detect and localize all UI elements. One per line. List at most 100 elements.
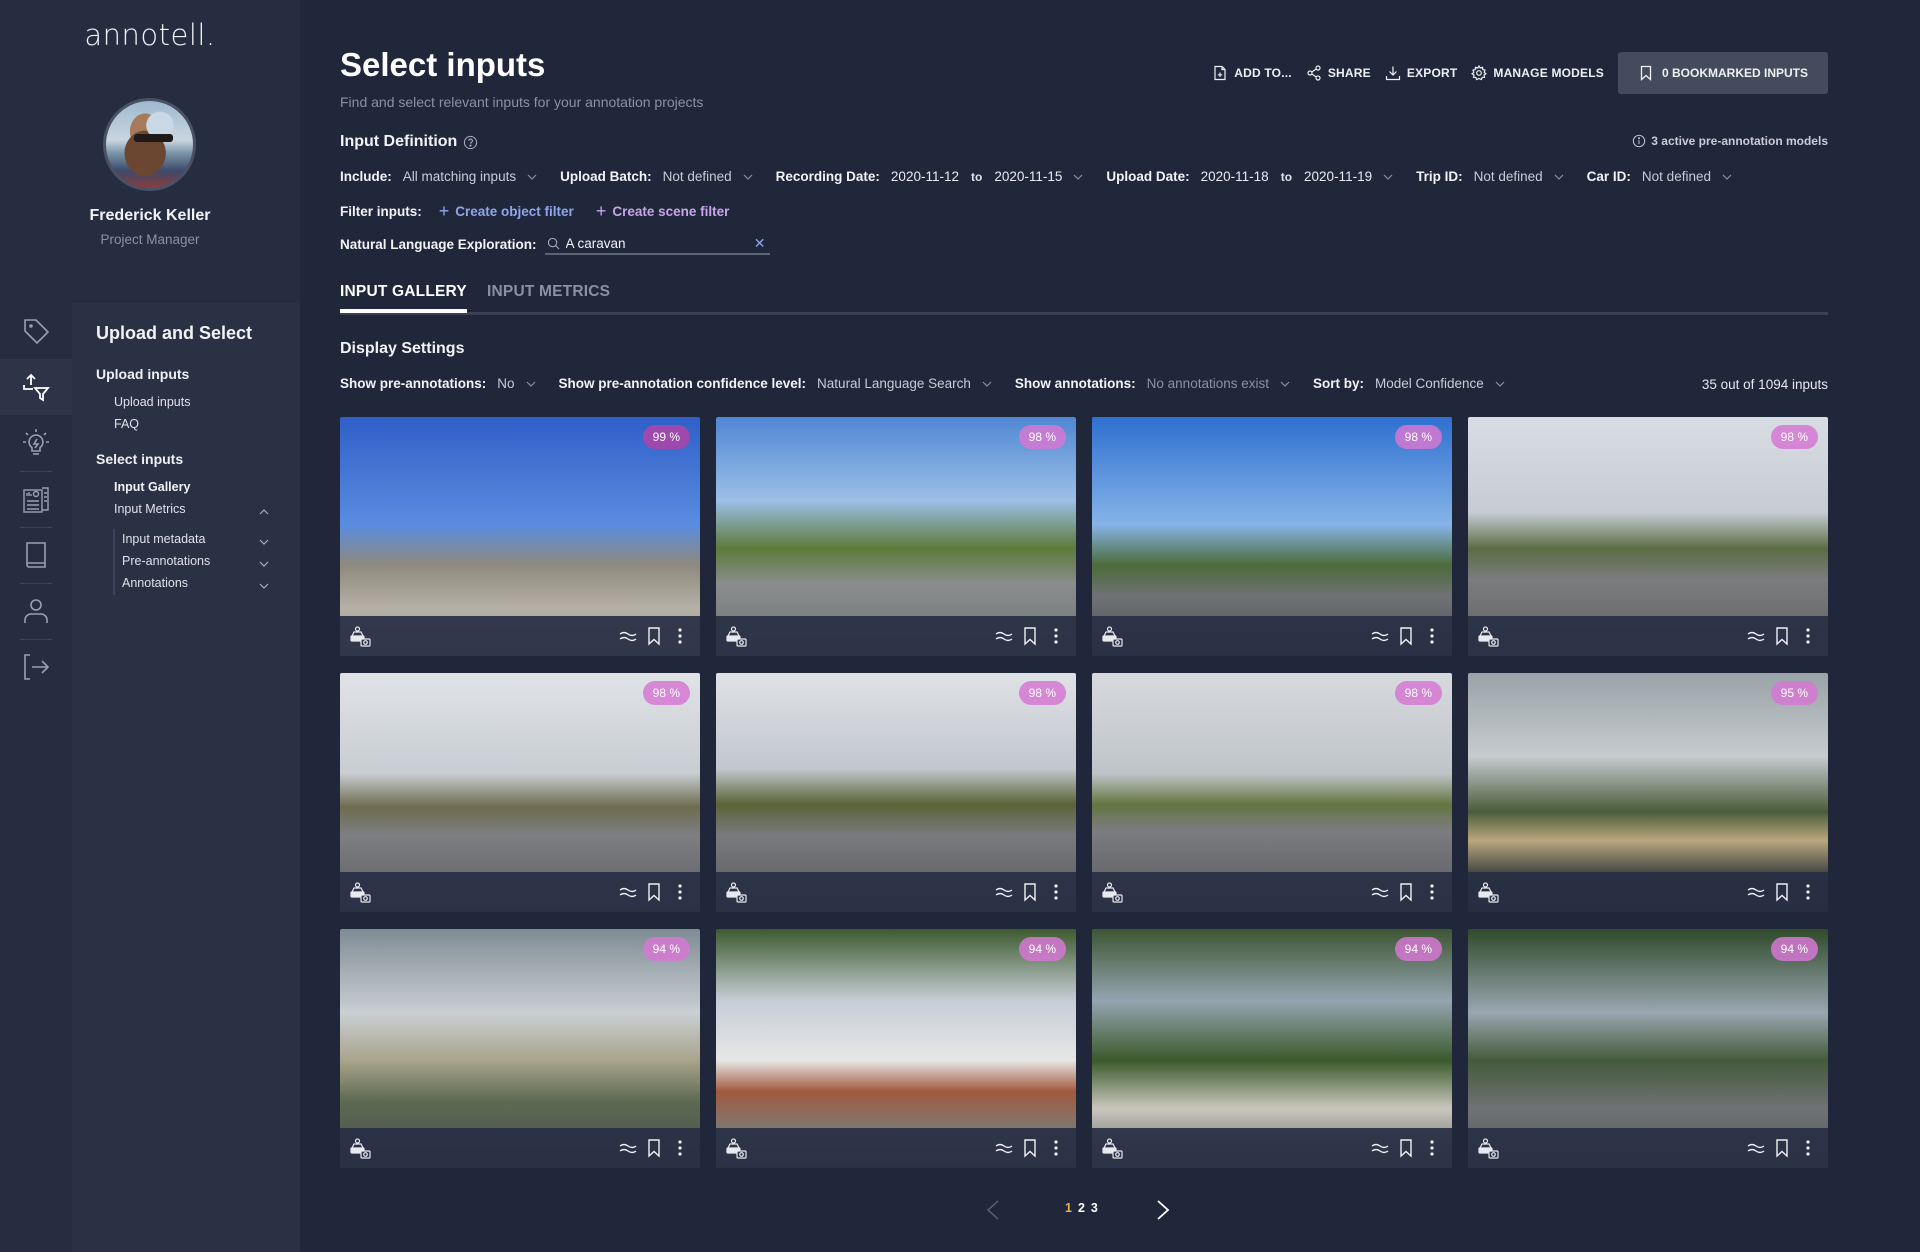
bookmark-icon[interactable] bbox=[1396, 882, 1416, 902]
gallery-card[interactable]: 98 % bbox=[340, 673, 700, 912]
chevron-down-icon[interactable] bbox=[1072, 171, 1084, 183]
page-1[interactable]: 1 bbox=[1065, 1201, 1072, 1215]
bookmark-icon[interactable] bbox=[1772, 1138, 1792, 1158]
more-options-icon[interactable] bbox=[670, 1138, 690, 1158]
more-options-icon[interactable] bbox=[1046, 882, 1066, 902]
gallery-card[interactable]: 98 % bbox=[1092, 417, 1452, 656]
next-page-icon[interactable] bbox=[1155, 1199, 1171, 1221]
gallery-card[interactable]: 94 % bbox=[340, 929, 700, 1168]
bookmark-icon[interactable] bbox=[1020, 882, 1040, 902]
nl-exploration-input[interactable] bbox=[565, 235, 748, 251]
similar-icon[interactable] bbox=[1746, 1138, 1766, 1158]
include-select[interactable]: All matching inputs bbox=[403, 169, 516, 184]
similar-icon[interactable] bbox=[994, 626, 1014, 646]
show-annotations-select[interactable]: No annotations exist bbox=[1147, 376, 1269, 391]
manage-models-button[interactable]: MANAGE MODELS bbox=[1471, 65, 1604, 81]
similar-icon[interactable] bbox=[994, 1138, 1014, 1158]
rail-item-profile[interactable] bbox=[0, 583, 72, 639]
rail-item-reports[interactable] bbox=[0, 471, 72, 527]
chevron-down-icon[interactable] bbox=[258, 558, 270, 570]
bookmark-icon[interactable] bbox=[644, 1138, 664, 1158]
show-pre-annotations-select[interactable]: No bbox=[497, 376, 514, 391]
bookmark-icon[interactable] bbox=[644, 626, 664, 646]
export-button[interactable]: EXPORT bbox=[1385, 65, 1458, 81]
car-id-select[interactable]: Not defined bbox=[1642, 169, 1711, 184]
previous-page-icon[interactable] bbox=[985, 1199, 1001, 1221]
more-options-icon[interactable] bbox=[1422, 1138, 1442, 1158]
gallery-card[interactable]: 98 % bbox=[716, 673, 1076, 912]
chevron-up-icon[interactable] bbox=[258, 506, 270, 518]
tab-input-gallery[interactable]: INPUT GALLERY bbox=[340, 283, 467, 313]
gallery-card[interactable]: 98 % bbox=[1468, 417, 1828, 656]
subnav-item-annotations[interactable]: Annotations bbox=[122, 576, 188, 590]
rail-item-upload-select[interactable] bbox=[0, 359, 72, 415]
share-button[interactable]: SHARE bbox=[1306, 65, 1371, 81]
recording-date-from[interactable]: 2020-11-12 bbox=[891, 169, 959, 184]
bookmark-icon[interactable] bbox=[1020, 1138, 1040, 1158]
similar-icon[interactable] bbox=[1746, 882, 1766, 902]
subnav-item-input-gallery[interactable]: Input Gallery bbox=[114, 480, 190, 494]
bookmark-icon[interactable] bbox=[1020, 626, 1040, 646]
bookmark-icon[interactable] bbox=[644, 882, 664, 902]
more-options-icon[interactable] bbox=[1798, 882, 1818, 902]
rail-item-logout[interactable] bbox=[0, 639, 72, 695]
chevron-down-icon[interactable] bbox=[258, 580, 270, 592]
subnav-item-input-metadata[interactable]: Input metadata bbox=[122, 532, 205, 546]
rail-item-docs[interactable] bbox=[0, 527, 72, 583]
subnav-section-select[interactable]: Select inputs bbox=[96, 451, 183, 467]
chevron-down-icon[interactable] bbox=[526, 171, 538, 183]
trip-id-select[interactable]: Not defined bbox=[1474, 169, 1543, 184]
chevron-down-icon[interactable] bbox=[1382, 171, 1394, 183]
bookmark-icon[interactable] bbox=[1396, 626, 1416, 646]
chevron-down-icon[interactable] bbox=[742, 171, 754, 183]
similar-icon[interactable] bbox=[618, 882, 638, 902]
gallery-card[interactable]: 94 % bbox=[1468, 929, 1828, 1168]
more-options-icon[interactable] bbox=[670, 882, 690, 902]
subnav-item-pre-annotations[interactable]: Pre-annotations bbox=[122, 554, 210, 568]
more-options-icon[interactable] bbox=[1798, 626, 1818, 646]
similar-icon[interactable] bbox=[1370, 1138, 1390, 1158]
create-scene-filter-button[interactable]: + Create scene filter bbox=[596, 202, 730, 220]
chevron-down-icon[interactable] bbox=[1279, 378, 1291, 390]
more-options-icon[interactable] bbox=[1422, 626, 1442, 646]
chevron-down-icon[interactable] bbox=[1721, 171, 1733, 183]
similar-icon[interactable] bbox=[618, 1138, 638, 1158]
page-3[interactable]: 3 bbox=[1091, 1201, 1098, 1215]
create-object-filter-button[interactable]: + Create object filter bbox=[439, 202, 574, 220]
more-options-icon[interactable] bbox=[670, 626, 690, 646]
gallery-card[interactable]: 98 % bbox=[716, 417, 1076, 656]
help-icon[interactable] bbox=[463, 135, 478, 150]
subnav-item-upload-inputs[interactable]: Upload inputs bbox=[114, 395, 190, 409]
confidence-level-select[interactable]: Natural Language Search bbox=[817, 376, 971, 391]
gallery-card[interactable]: 99 % bbox=[340, 417, 700, 656]
upload-batch-select[interactable]: Not defined bbox=[663, 169, 732, 184]
page-2[interactable]: 2 bbox=[1078, 1201, 1085, 1215]
rail-item-tags[interactable] bbox=[0, 303, 72, 359]
bookmark-icon[interactable] bbox=[1772, 882, 1792, 902]
similar-icon[interactable] bbox=[1746, 626, 1766, 646]
similar-icon[interactable] bbox=[1370, 626, 1390, 646]
more-options-icon[interactable] bbox=[1046, 626, 1066, 646]
bookmark-icon[interactable] bbox=[1396, 1138, 1416, 1158]
upload-date-from[interactable]: 2020-11-18 bbox=[1201, 169, 1269, 184]
tab-input-metrics[interactable]: INPUT METRICS bbox=[487, 283, 610, 301]
add-to-button[interactable]: ADD TO... bbox=[1212, 65, 1292, 81]
avatar[interactable] bbox=[103, 98, 196, 191]
chevron-down-icon[interactable] bbox=[525, 378, 537, 390]
recording-date-to[interactable]: 2020-11-15 bbox=[994, 169, 1062, 184]
gallery-card[interactable]: 94 % bbox=[1092, 929, 1452, 1168]
more-options-icon[interactable] bbox=[1798, 1138, 1818, 1158]
subnav-section-upload[interactable]: Upload inputs bbox=[96, 366, 189, 382]
chevron-down-icon[interactable] bbox=[1553, 171, 1565, 183]
more-options-icon[interactable] bbox=[1046, 1138, 1066, 1158]
gallery-card[interactable]: 95 % bbox=[1468, 673, 1828, 912]
similar-icon[interactable] bbox=[994, 882, 1014, 902]
similar-icon[interactable] bbox=[1370, 882, 1390, 902]
chevron-down-icon[interactable] bbox=[258, 536, 270, 548]
rail-item-insights[interactable] bbox=[0, 415, 72, 471]
gallery-card[interactable]: 98 % bbox=[1092, 673, 1452, 912]
upload-date-to[interactable]: 2020-11-19 bbox=[1304, 169, 1372, 184]
similar-icon[interactable] bbox=[618, 626, 638, 646]
subnav-item-faq[interactable]: FAQ bbox=[114, 417, 139, 431]
bookmark-icon[interactable] bbox=[1772, 626, 1792, 646]
